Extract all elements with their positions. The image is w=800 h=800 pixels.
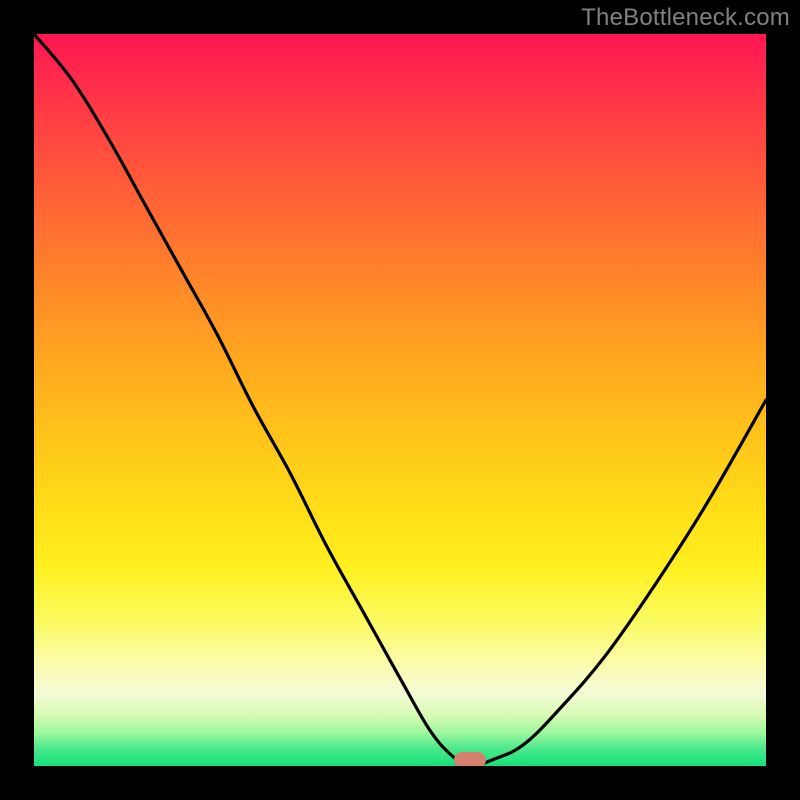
watermark-text: TheBottleneck.com <box>581 4 790 32</box>
minimum-marker <box>454 752 486 766</box>
chart-frame: TheBottleneck.com <box>0 0 800 800</box>
bottleneck-curve <box>34 34 766 766</box>
plot-area <box>34 34 766 766</box>
curve-path <box>34 34 766 766</box>
